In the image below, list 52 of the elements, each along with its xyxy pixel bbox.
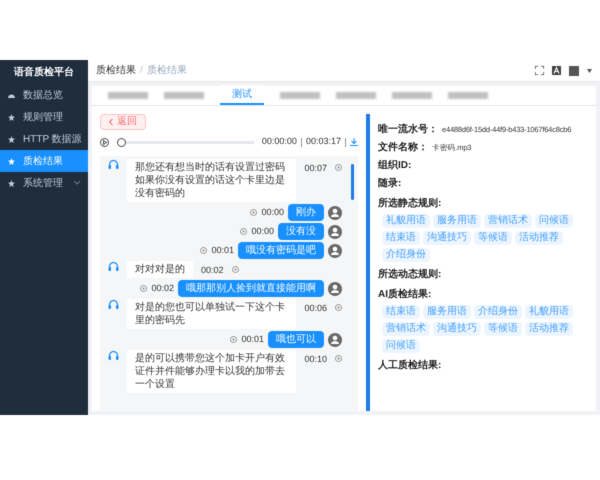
field-label: 文件名称：	[378, 140, 428, 155]
sidebar-item[interactable]: 规则管理	[0, 106, 88, 128]
rule-tag: 礼貌用语	[382, 214, 430, 228]
app-title: 语音质检平台	[12, 65, 75, 80]
rule-tag: 等候语	[484, 322, 522, 336]
rule-tag: 营销话术	[484, 214, 532, 228]
rule-tag: 沟通技巧	[423, 231, 471, 245]
message-bubble: 哦那那别人捡到就直接能用啊	[178, 280, 324, 297]
rule-tag: 礼貌用语	[525, 305, 573, 319]
breadcrumb-item[interactable]: 质检结果	[96, 63, 136, 78]
field-label: 随录:	[378, 176, 402, 191]
rule-tag: 介绍身份	[474, 305, 522, 319]
section-title: 所选静态规则:	[378, 196, 442, 211]
section-title: AI质检结果:	[378, 288, 432, 302]
rule-tag: 服务用语	[423, 305, 471, 319]
section-title: 人工质检结果:	[378, 358, 442, 373]
rule-tag: 等候语	[474, 231, 512, 245]
message-bubble: 那您还有想当时的话有设置过密码如果你没有设置的话这个卡里边是没有密码的	[127, 159, 296, 202]
current-time: 00:00:00	[262, 135, 297, 148]
message-bubble: 对是的您也可以单独试一下这个卡里的密码先	[127, 299, 296, 329]
rule-tag: 介绍身份	[382, 248, 430, 262]
message-time: 00:02	[201, 264, 224, 277]
message-bubble: 对对对是的	[127, 261, 193, 278]
total-time: 00:03:17	[306, 135, 341, 148]
message-bubble: 没有没	[278, 223, 324, 240]
message-bubble: 哦没有密码是吧	[238, 242, 324, 259]
message-bubble: 刚办	[288, 204, 324, 221]
message-bubble: 是的可以携带您这个加卡开户有效证件并件能够办理卡以我的加带去一个设置	[127, 350, 296, 393]
rule-tag: 问候语	[382, 339, 420, 353]
message-time: 00:02	[151, 282, 174, 295]
sidebar-item[interactable]: 数据总览	[0, 84, 88, 106]
rule-tag: 问候语	[535, 214, 573, 228]
field-label: 组织ID:	[378, 158, 412, 173]
message-time: 00:00	[251, 224, 274, 238]
sidebar-item[interactable]: 系统管理	[0, 172, 88, 194]
breadcrumb-separator: /	[140, 64, 143, 78]
message-time: 00:10	[304, 353, 327, 366]
message-bubble: 哦也可以	[268, 331, 324, 348]
rule-tag: 活动推荐	[515, 231, 563, 245]
rule-tag: 结束语	[382, 231, 420, 245]
section-title: 所选动态规则:	[378, 268, 442, 282]
rule-tag: 服务用语	[433, 214, 481, 228]
message-time: 00:01	[211, 244, 234, 257]
rule-tag: 沟通技巧	[433, 322, 481, 336]
field-label: 唯一流水号：	[378, 122, 438, 137]
rule-tag: 营销话术	[382, 322, 430, 336]
message-time: 00:06	[304, 302, 327, 315]
message-time: 00:07	[304, 162, 327, 175]
rule-tag: 结束语	[382, 305, 420, 319]
rule-tag: 活动推荐	[525, 322, 573, 336]
message-time: 00:00	[261, 206, 284, 219]
message-time: 00:01	[241, 332, 264, 346]
